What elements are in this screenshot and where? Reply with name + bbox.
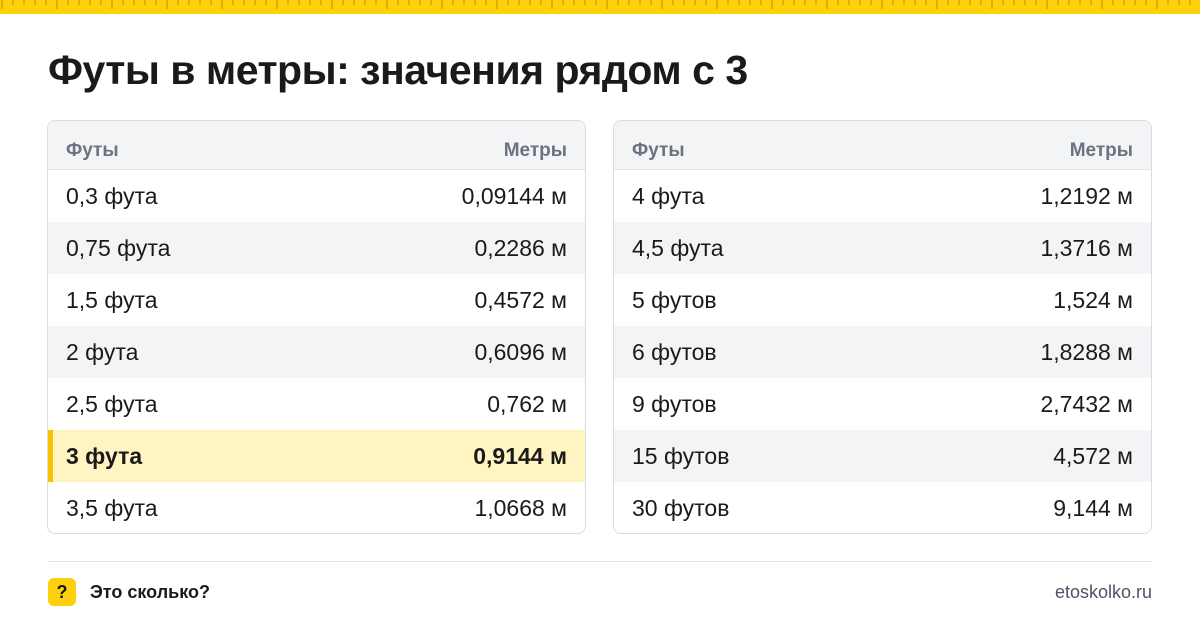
table-row: 1,5 фута 0,4572 м xyxy=(48,274,585,326)
header-meters: Метры xyxy=(503,140,567,161)
cell-meters: 0,2286 м xyxy=(474,234,567,261)
conversion-table-right: Футы Метры 4 фута 1,2192 м 4,5 фута 1,37… xyxy=(613,120,1152,534)
header-meters: Метры xyxy=(1069,140,1133,161)
table-row: 4,5 фута 1,3716 м xyxy=(614,222,1151,274)
cell-feet: 3 фута xyxy=(66,442,143,469)
cell-meters: 0,9144 м xyxy=(473,442,567,469)
cell-meters: 1,0668 м xyxy=(474,494,567,521)
table-row: 2,5 фута 0,762 м xyxy=(48,378,585,430)
cell-meters: 0,09144 м xyxy=(461,182,567,209)
cell-feet: 5 футов xyxy=(632,286,717,313)
table-row: 15 футов 4,572 м xyxy=(614,430,1151,482)
cell-feet: 3,5 фута xyxy=(66,494,158,521)
cell-feet: 9 футов xyxy=(632,390,717,417)
cell-meters: 0,4572 м xyxy=(474,286,567,313)
table-row: 9 футов 2,7432 м xyxy=(614,378,1151,430)
table-row: 30 футов 9,144 м xyxy=(614,482,1151,533)
header-feet: Футы xyxy=(66,140,119,161)
cell-meters: 4,572 м xyxy=(1053,442,1133,469)
cell-feet: 4,5 фута xyxy=(632,234,724,261)
table-header: Футы Метры xyxy=(48,121,585,170)
site-url: etoskolko.ru xyxy=(1054,582,1152,602)
cell-feet: 0,3 фута xyxy=(66,182,158,209)
header-feet: Футы xyxy=(632,140,685,161)
cell-meters: 1,3716 м xyxy=(1040,234,1133,261)
cell-meters: 0,6096 м xyxy=(474,338,567,365)
table-header: Футы Метры xyxy=(614,121,1151,170)
table-row: 0,75 фута 0,2286 м xyxy=(48,222,585,274)
ruler-ticks xyxy=(1,0,1191,9)
cell-feet: 2,5 фута xyxy=(66,390,158,417)
cell-feet: 4 фута xyxy=(632,182,705,209)
table-row: 2 фута 0,6096 м xyxy=(48,326,585,378)
brand-name: Это сколько? xyxy=(90,581,210,602)
table-row: 3,5 фута 1,0668 м xyxy=(48,482,585,533)
cell-feet: 0,75 фута xyxy=(66,234,171,261)
table-row: 5 футов 1,524 м xyxy=(614,274,1151,326)
question-mark-icon: ? xyxy=(48,578,76,606)
cell-meters: 1,8288 м xyxy=(1040,338,1133,365)
cell-feet: 6 футов xyxy=(632,338,717,365)
page-title: Футы в метры: значения рядом с 3 xyxy=(48,47,748,93)
cell-meters: 1,2192 м xyxy=(1040,182,1133,209)
table-row: 0,3 фута 0,09144 м xyxy=(48,170,585,222)
conversion-table-left: Футы Метры 0,3 фута 0,09144 м 0,75 фута … xyxy=(47,120,586,534)
table-row: 4 фута 1,2192 м xyxy=(614,170,1151,222)
table-row: 6 футов 1,8288 м xyxy=(614,326,1151,378)
cell-feet: 1,5 фута xyxy=(66,286,158,313)
ruler-strip xyxy=(0,0,1200,14)
cell-feet: 2 фута xyxy=(66,338,139,365)
cell-meters: 9,144 м xyxy=(1053,494,1133,521)
cell-meters: 1,524 м xyxy=(1053,286,1133,313)
footer-divider xyxy=(48,561,1152,562)
cell-feet: 15 футов xyxy=(632,442,730,469)
table-row-highlighted: 3 фута 0,9144 м xyxy=(48,430,585,482)
cell-feet: 30 футов xyxy=(632,494,730,521)
cell-meters: 0,762 м xyxy=(487,390,567,417)
cell-meters: 2,7432 м xyxy=(1040,390,1133,417)
brand-block: ? Это сколько? xyxy=(48,578,210,606)
